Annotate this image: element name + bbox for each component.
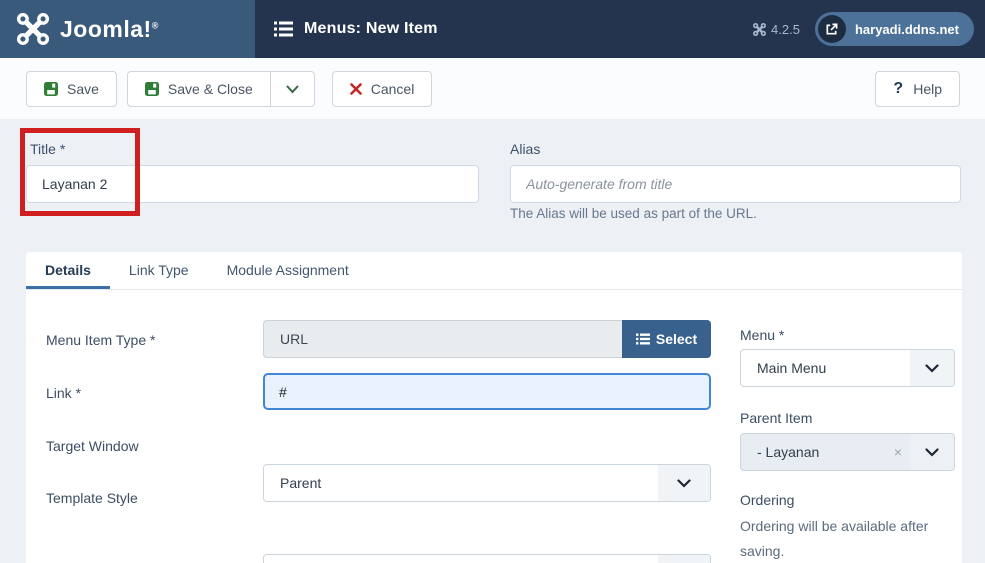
save-options-dropdown-toggle[interactable] [271, 71, 315, 107]
chevron-down-icon [658, 555, 710, 563]
cancel-button[interactable]: Cancel [332, 71, 433, 107]
tab-module-assignment[interactable]: Module Assignment [208, 252, 368, 289]
menu-item-type-control: URL Select [263, 320, 711, 358]
title-input[interactable] [26, 165, 479, 203]
save-close-button[interactable]: Save & Close [127, 71, 271, 107]
joomla-logo-section[interactable]: Joomla!® [0, 0, 255, 58]
link-input[interactable] [263, 373, 711, 410]
menu-item-type-value: URL [263, 320, 622, 358]
target-window-label: Target Window [46, 438, 139, 454]
header-right: 4.2.5 haryadi.ddns.net [753, 12, 985, 46]
menu-value: Main Menu [757, 360, 826, 376]
select-button-label: Select [656, 331, 697, 347]
menu-list-icon [274, 21, 293, 37]
form-panel: Details Link Type Module Assignment Menu… [26, 252, 962, 563]
template-style-label: Template Style [46, 490, 138, 506]
title-label: Title * [30, 141, 65, 157]
tab-link-type[interactable]: Link Type [110, 252, 208, 289]
version-text: 4.2.5 [771, 22, 800, 37]
chevron-down-icon [910, 434, 954, 470]
save-floppy-icon [44, 82, 58, 96]
save-floppy-icon [145, 82, 159, 96]
alias-help-text: The Alias will be used as part of the UR… [510, 206, 757, 221]
link-label: Link * [46, 385, 81, 401]
tab-bar: Details Link Type Module Assignment [26, 252, 962, 290]
parent-item-label: Parent Item [740, 410, 812, 426]
parent-item-select[interactable]: - Layanan × [740, 433, 955, 471]
chevron-down-icon [286, 85, 299, 94]
question-mark-icon: ? [893, 80, 903, 98]
chevron-down-icon [658, 465, 710, 501]
save-close-button-group: Save & Close [127, 71, 315, 107]
ordering-help-text: Ordering will be available after saving. [740, 514, 960, 563]
parent-item-value: - Layanan [757, 444, 819, 460]
joomla-logo-icon [16, 12, 50, 46]
chevron-down-icon [910, 350, 954, 386]
clear-selection-icon[interactable]: × [894, 444, 902, 460]
alias-input[interactable] [510, 165, 961, 203]
target-window-value: Parent [280, 475, 321, 491]
save-close-label: Save & Close [168, 81, 253, 97]
save-label: Save [67, 81, 99, 97]
site-preview-badge[interactable]: haryadi.ddns.net [815, 12, 974, 46]
help-label: Help [913, 81, 942, 97]
cancel-label: Cancel [371, 81, 415, 97]
joomla-wordmark: Joomla!® [60, 16, 159, 43]
page-title-wrap: Menus: New Item [274, 20, 438, 38]
menu-item-type-label: Menu Item Type * [46, 332, 155, 348]
top-header: Joomla!® Menus: New Item [0, 0, 985, 58]
toolbar: Save Save & Close [0, 58, 985, 120]
list-icon [636, 333, 650, 345]
toolbar-left: Save Save & Close [26, 71, 432, 107]
joomla-version-icon [753, 23, 766, 36]
help-button[interactable]: ? Help [875, 71, 960, 107]
target-window-select[interactable]: Parent [263, 464, 711, 502]
menu-item-type-select-button[interactable]: Select [622, 320, 711, 358]
menu-select[interactable]: Main Menu [740, 349, 955, 387]
joomla-admin-screen: Joomla!® Menus: New Item [0, 0, 985, 563]
menu-label: Menu * [740, 327, 784, 343]
ordering-label: Ordering [740, 492, 794, 508]
template-style-select[interactable]: - Use Default - [263, 554, 711, 563]
tab-details[interactable]: Details [26, 252, 110, 289]
external-link-icon [818, 15, 846, 43]
cancel-x-icon [350, 83, 362, 95]
page-title: Menus: New Item [304, 20, 438, 38]
save-button[interactable]: Save [26, 71, 117, 107]
alias-label: Alias [510, 141, 540, 157]
version-indicator: 4.2.5 [753, 22, 800, 37]
site-badge-label: haryadi.ddns.net [855, 22, 959, 37]
